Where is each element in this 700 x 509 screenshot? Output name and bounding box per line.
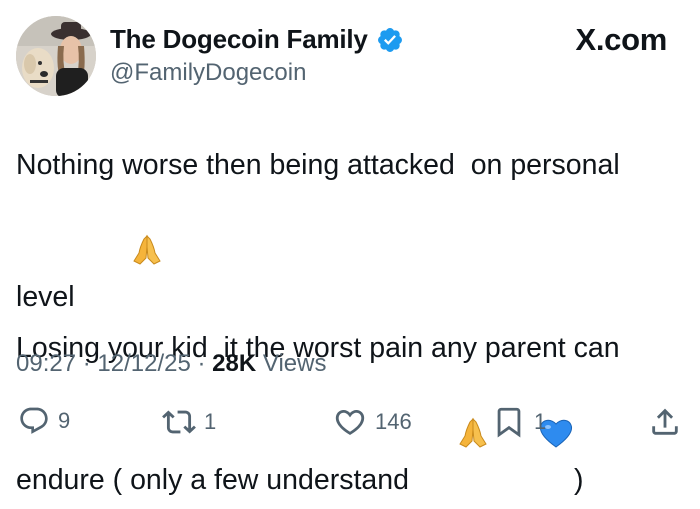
views-label: Views: [262, 350, 327, 377]
repost-button[interactable]: 1: [162, 405, 216, 439]
share-icon: [652, 408, 678, 435]
like-icon: [335, 409, 365, 435]
handle[interactable]: @FamilyDogecoin: [110, 59, 306, 87]
share-button[interactable]: [648, 405, 682, 439]
tweet-date[interactable]: 12/12/25: [97, 350, 190, 377]
brand-logo: X.com: [575, 22, 667, 57]
views-count: 28K: [212, 350, 257, 377]
folded-hands-icon: [83, 188, 165, 326]
reply-button[interactable]: 9: [18, 405, 70, 437]
bookmark-button[interactable]: 1: [492, 405, 546, 439]
bookmark-count: 1: [534, 409, 547, 434]
reply-icon: [20, 407, 48, 434]
display-name[interactable]: The Dogecoin Family: [110, 24, 368, 55]
reply-count: 9: [58, 408, 71, 433]
verified-badge-icon: [376, 26, 404, 54]
like-count: 146: [375, 409, 412, 434]
bookmark-icon: [497, 407, 521, 438]
tweet-meta: 09:27 · 12/12/25 · 28K Views: [16, 350, 326, 378]
tweet-text: Nothing worse then being attacked on per…: [16, 143, 676, 509]
repost-count: 1: [204, 409, 217, 434]
like-button[interactable]: 146: [333, 405, 412, 439]
tweet-line: level: [16, 188, 676, 326]
tweet-line: Nothing worse then being attacked on per…: [16, 149, 620, 181]
meta-separator: ·: [82, 350, 91, 377]
avatar[interactable]: [16, 16, 96, 96]
action-bar: 9 1 146 1: [0, 405, 700, 445]
tweet-time[interactable]: 09:27: [16, 350, 76, 377]
meta-separator: ·: [197, 350, 206, 377]
repost-icon: [162, 410, 196, 434]
